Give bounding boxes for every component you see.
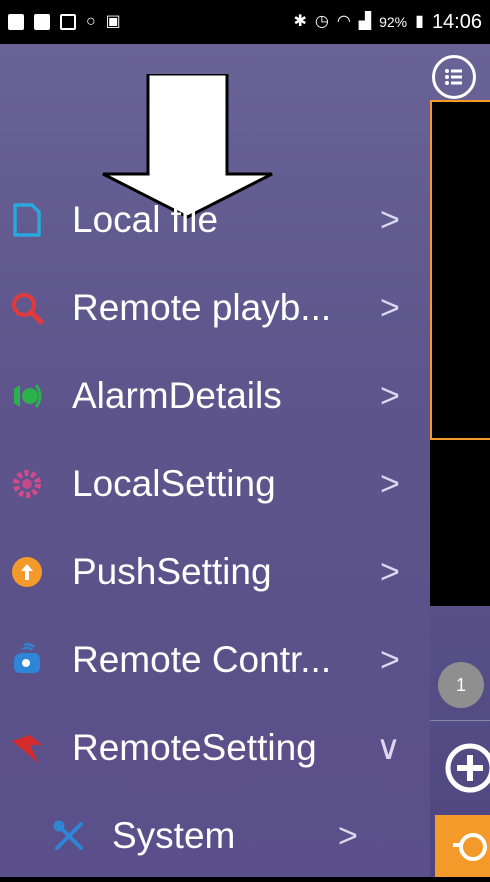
navigation-drawer: Local file > Remote playb... > AlarmDeta… <box>0 44 430 877</box>
menu-item-remote-playback[interactable]: Remote playb... > <box>0 264 430 352</box>
status-bar: ○ ▣ ✱ ◷ ◠ ▟ 92% ▮ 14:06 <box>0 0 490 44</box>
divider <box>430 720 490 721</box>
chevron-right-icon: > <box>380 464 400 503</box>
wifi-icon: ◠ <box>336 13 351 30</box>
page-indicator[interactable]: 1 <box>438 662 484 708</box>
submenu-item-system[interactable]: System > <box>0 792 430 880</box>
add-device-button[interactable] <box>440 738 490 798</box>
chevron-right-icon: > <box>380 200 400 239</box>
remote-setting-icon <box>10 731 44 765</box>
bluetooth-icon: ✱ <box>293 13 307 30</box>
menu-item-label: System <box>112 815 236 856</box>
menu-item-remote-control[interactable]: Remote Contr... > <box>0 616 430 704</box>
chevron-right-icon: > <box>380 376 400 415</box>
file-icon <box>10 203 44 237</box>
search-icon <box>10 291 44 325</box>
push-icon <box>10 555 44 589</box>
chevron-right-icon: > <box>380 552 400 591</box>
notification-icons: ○ ▣ <box>8 14 121 30</box>
menu-item-label: LocalSetting <box>72 463 276 504</box>
menu-item-label: PushSetting <box>72 551 272 592</box>
camera-icon <box>453 833 487 861</box>
battery-percent: 92% <box>379 14 408 30</box>
menu-item-alarm-details[interactable]: AlarmDetails > <box>0 352 430 440</box>
alarm-icon <box>10 379 44 413</box>
battery-icon: ▮ <box>415 13 424 30</box>
chevron-right-icon: > <box>338 816 358 855</box>
snapshot-button[interactable] <box>435 815 490 877</box>
menu-item-push-setting[interactable]: PushSetting > <box>0 528 430 616</box>
gallery-notification-icon <box>60 14 76 30</box>
chevron-down-icon: ∨ <box>376 729 401 767</box>
video-window-selected[interactable] <box>430 100 490 440</box>
menu-item-local-setting[interactable]: LocalSetting > <box>0 440 430 528</box>
remote-control-icon <box>10 643 44 677</box>
clock: 14:06 <box>431 10 482 33</box>
facebook-notification-icon-2 <box>34 14 50 30</box>
menu-item-local-file[interactable]: Local file > <box>0 176 430 264</box>
signal-icon: ▟ <box>358 13 372 30</box>
menu-item-label: Remote Contr... <box>72 639 332 680</box>
chevron-right-icon: > <box>380 288 400 327</box>
facebook-notification-icon <box>8 14 24 30</box>
menu-item-label: Remote playb... <box>72 287 332 328</box>
menu-item-label: Local file <box>72 199 219 240</box>
shopping-bag-icon: ▣ <box>105 13 121 30</box>
list-menu-icon[interactable] <box>432 55 476 99</box>
chevron-right-icon: > <box>380 640 400 679</box>
video-window[interactable] <box>430 440 490 606</box>
menu-item-label: RemoteSetting <box>72 727 317 768</box>
gear-icon <box>10 467 44 501</box>
tools-icon <box>52 819 86 853</box>
menu-item-label: AlarmDetails <box>72 375 282 416</box>
system-icons: ✱ ◷ ◠ ▟ 92% ▮ 14:06 <box>293 11 482 34</box>
sync-icon: ○ <box>86 13 96 30</box>
menu-item-remote-setting[interactable]: RemoteSetting ∨ <box>0 704 430 792</box>
alarm-clock-icon: ◷ <box>314 13 329 30</box>
